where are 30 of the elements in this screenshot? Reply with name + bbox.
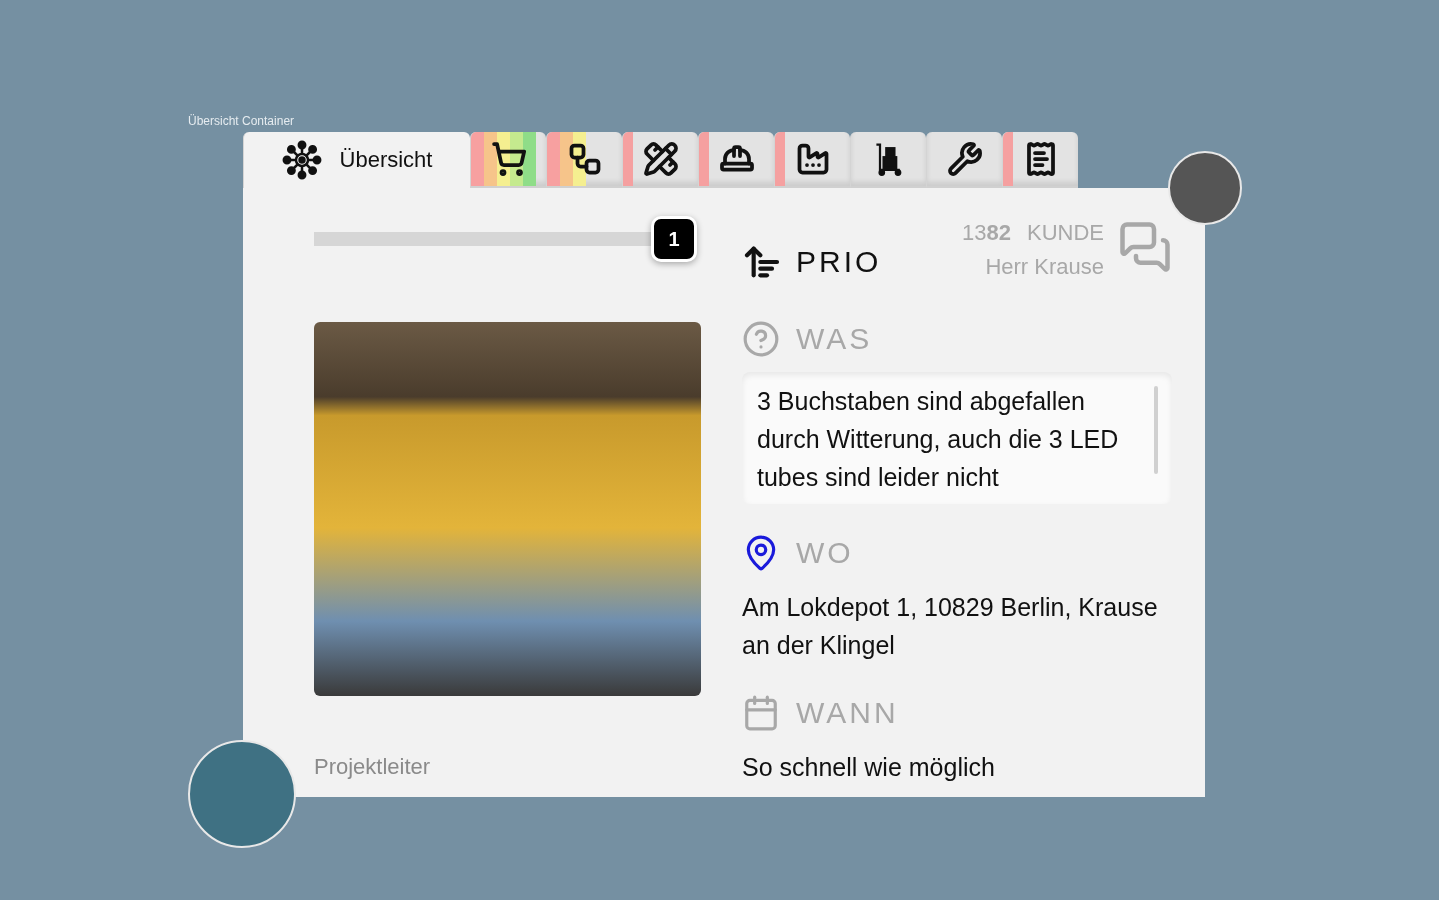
slider-thumb[interactable]: 1 [651, 216, 697, 262]
customer-name: Herr Krause [985, 254, 1104, 280]
pencil-ruler-icon [642, 141, 679, 177]
project-lead-label: Projektleiter [314, 754, 432, 780]
tab[interactable] [698, 132, 774, 188]
description-field[interactable]: 3 Buchstaben sind abgefallen durch Witterung, auch die 3 LED tubes sind leider nicht [742, 372, 1172, 504]
section-title: WO [796, 536, 854, 570]
tab[interactable] [850, 132, 926, 188]
customer-label: KUNDE [1027, 220, 1104, 246]
tab[interactable] [622, 132, 698, 188]
tab[interactable] [470, 132, 546, 188]
tab[interactable] [546, 132, 622, 188]
container-label: Übersicht Container [188, 114, 296, 128]
priority-label: PRIO [796, 245, 882, 279]
section-value: So schnell wie möglich [742, 752, 996, 783]
priority-slider[interactable]: 1 [314, 216, 697, 262]
customer-number: 1382 [962, 220, 1011, 246]
section-value: Am Lokdepot 1, 10829 Berlin, Krause an der Klingel [742, 592, 1159, 661]
question-icon [742, 320, 780, 358]
network-icon [281, 140, 322, 180]
tab[interactable] [774, 132, 850, 188]
section-title: WANN [796, 696, 899, 730]
shopping-cart-icon [490, 141, 527, 177]
calendar-icon [742, 694, 780, 732]
scrollbar-thumb[interactable] [1154, 386, 1158, 474]
tab[interactable] [926, 132, 1002, 188]
tab[interactable] [1002, 132, 1078, 188]
section-title: WAS [796, 322, 873, 356]
wrench-icon [946, 141, 983, 177]
tab[interactable]: Übersicht [243, 132, 470, 188]
